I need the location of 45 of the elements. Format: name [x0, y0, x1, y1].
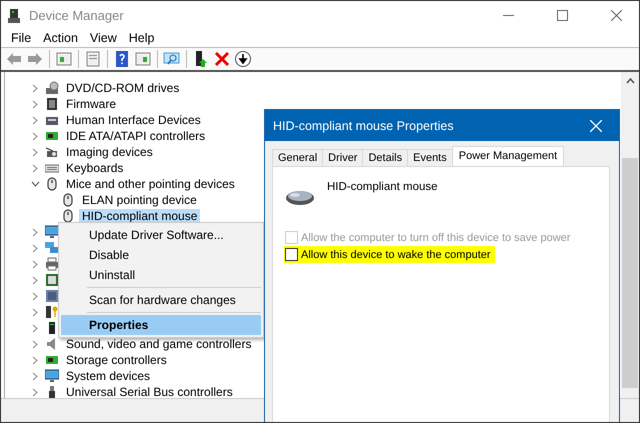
checkbox[interactable] [285, 248, 298, 261]
window-pane-icon[interactable] [55, 50, 73, 68]
maximize-icon [556, 10, 568, 21]
dialog-title: HID-compliant mouse Properties [273, 118, 455, 132]
tab[interactable]: Power Management [452, 146, 564, 166]
drive-icon [45, 81, 59, 95]
card-icon [45, 129, 59, 143]
card-icon [45, 353, 59, 367]
tab[interactable]: General [272, 149, 324, 166]
remove-icon[interactable] [213, 50, 231, 68]
properties-icon[interactable] [84, 50, 102, 68]
minimize-icon [502, 14, 514, 16]
key-icon [45, 305, 59, 319]
close-icon [590, 120, 602, 132]
scrollbar[interactable] [621, 72, 639, 398]
menu-item[interactable]: Action [37, 30, 84, 47]
window-pane-icon[interactable] [134, 50, 152, 68]
chip-icon [45, 97, 59, 111]
mouse-icon [61, 193, 75, 207]
processor-icon [45, 273, 59, 287]
download-icon[interactable] [234, 50, 252, 68]
menu-item[interactable]: Help [122, 30, 160, 47]
menu-item[interactable]: File [5, 30, 38, 47]
board-icon [45, 289, 59, 303]
app-icon [7, 8, 21, 24]
collapse-icon[interactable] [30, 181, 40, 187]
menu-item[interactable]: Update Driver Software... [61, 225, 261, 245]
device-name: HID-compliant mouse [327, 180, 438, 193]
help-icon[interactable] [113, 50, 131, 68]
menu-item[interactable]: View [84, 30, 123, 47]
menu-item[interactable]: Uninstall [61, 265, 261, 285]
tree-item[interactable]: HID-compliant mouse [79, 208, 200, 224]
menu-item[interactable]: Scan for hardware changes [61, 290, 261, 310]
mouse-icon [45, 177, 59, 191]
window-title: Device Manager [29, 8, 124, 23]
menu-item[interactable]: Properties [61, 315, 261, 335]
menu-item[interactable]: Disable [61, 245, 261, 265]
camera-icon [45, 145, 59, 159]
network-icon [45, 241, 59, 255]
forward-arrow-icon[interactable] [26, 50, 44, 68]
close-icon [610, 10, 622, 21]
monitor-icon [45, 369, 59, 383]
scroll-up-icon[interactable] [626, 78, 634, 84]
monitor-icon [45, 225, 59, 239]
checkbox-option[interactable]: Allow this device to wake the computer [284, 246, 495, 263]
